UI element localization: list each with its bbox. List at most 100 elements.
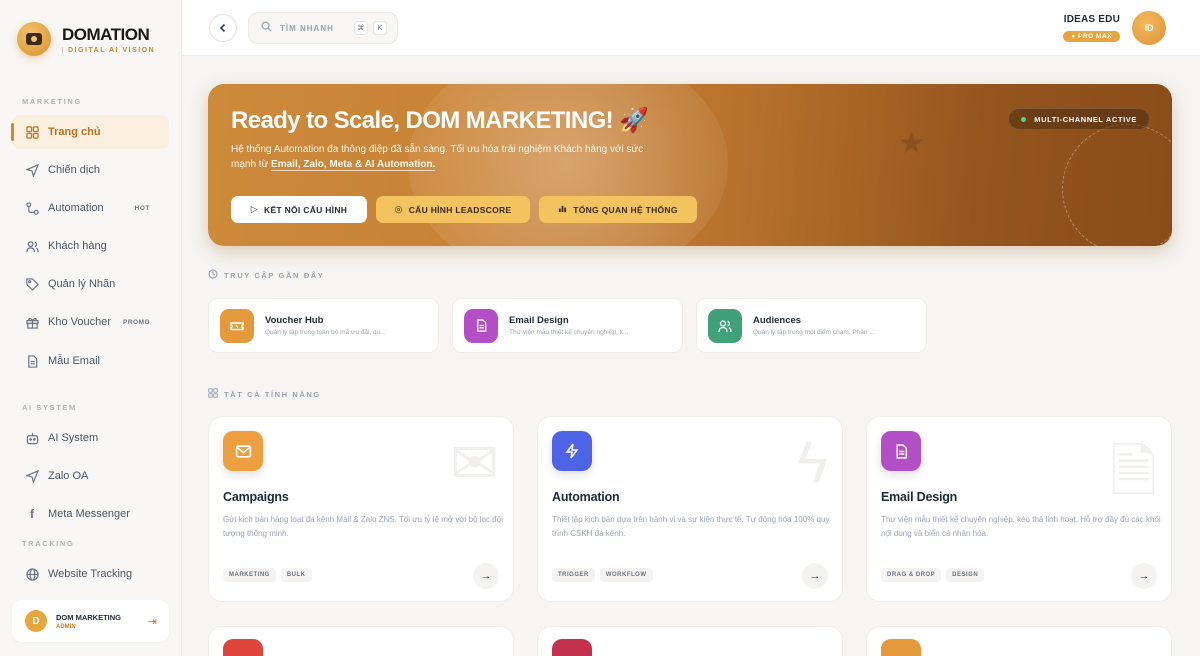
feature-desc: Thiết lập kịch bản dựa trên hành vi và s… (552, 515, 830, 538)
target-icon: ◎ (394, 204, 403, 214)
sidebar: DOMATION DIGITAL AI VISION MARKETING Tra… (0, 0, 182, 656)
recent-card-title: Voucher Hub (265, 315, 324, 326)
recent-section-title: TRUY CẬP GẦN ĐÂY (208, 269, 324, 282)
file-icon (25, 354, 39, 368)
user-name: DOM MARKETING (56, 612, 121, 622)
decorative-circle (1062, 124, 1172, 246)
sidebar-item-automation[interactable]: Automation HOT (12, 191, 169, 225)
arrow-right-icon[interactable]: → (473, 563, 499, 589)
sidebar-item-email-templates[interactable]: Mẫu Email (12, 344, 169, 378)
feature-icon (552, 639, 592, 656)
feature-tag: DESIGN (946, 568, 985, 582)
logout-icon[interactable]: ⇥ (148, 615, 157, 628)
hero-description: Hệ thống Automation đa thông điệp đã sẵn… (231, 144, 644, 171)
system-overview-button[interactable]: TỔNG QUAN HỆ THỐNG (539, 196, 697, 223)
sidebar-item-campaigns[interactable]: Chiến dịch (12, 153, 169, 187)
recent-card-voucher-hub[interactable]: Voucher Hub Quản lý tập trung toàn bộ mã… (208, 298, 439, 353)
brand-name: DOMATION (62, 24, 150, 44)
sidebar-item-website-tracking[interactable]: Website Tracking (12, 557, 169, 591)
recent-card-desc: Quản lý tập trung toàn bộ mã ưu đãi, qu.… (265, 329, 386, 336)
users-icon (708, 308, 742, 343)
app-root: DOMATION DIGITAL AI VISION MARKETING Tra… (0, 0, 1200, 656)
feature-desc: Thư viện mẫu thiết kế chuyên nghiệp, kéo… (881, 515, 1161, 538)
connect-config-button[interactable]: ▷ KẾT NỐI CẤU HÌNH (231, 196, 367, 223)
recent-card-audiences[interactable]: Audiences Quản lý tập trung mọi điểm chạ… (696, 298, 927, 353)
kbd-k: K (372, 21, 387, 35)
arrow-right-icon[interactable]: → (1131, 563, 1157, 589)
flow-icon (25, 201, 39, 215)
chevron-left-icon (219, 23, 226, 33)
feature-card-campaigns[interactable]: ✉ Campaigns Gửi kịch bản hàng loạt đa kê… (208, 416, 514, 602)
plan-badge: ● PRO MAX (1063, 31, 1120, 42)
search-icon (261, 21, 272, 35)
feature-tag: MARKETING (223, 568, 276, 582)
account-avatar[interactable]: ID (1132, 11, 1166, 45)
feature-tag: DRAG & DROP (881, 568, 942, 582)
feature-card-peek[interactable] (866, 626, 1172, 656)
org-name: IDEAS EDU (1063, 14, 1120, 25)
feature-title: Email Design (881, 490, 958, 504)
search-input[interactable]: TÌM NHANH ⌘ K (248, 12, 398, 44)
search-placeholder: TÌM NHANH (280, 23, 334, 33)
status-dot-icon (1021, 116, 1027, 122)
feature-tag: TRIGGER (552, 568, 595, 582)
kbd-cmd: ⌘ (353, 21, 368, 35)
user-avatar: D (25, 610, 47, 632)
recent-card-email-design[interactable]: Email Design Thư viện mẫu thiết kế chuyê… (452, 298, 683, 353)
feature-title: Campaigns (223, 490, 289, 504)
lightning-icon: ϟ (797, 430, 828, 495)
brand[interactable]: DOMATION DIGITAL AI VISION (17, 22, 155, 56)
sidebar-item-ai-system[interactable]: AI System (12, 421, 169, 455)
hot-badge: HOT (134, 204, 150, 212)
feature-card-peek[interactable] (208, 626, 514, 656)
document-icon (881, 431, 921, 471)
sidebar-item-customers[interactable]: Khách hàng (12, 229, 169, 263)
arrow-right-icon[interactable]: → (802, 563, 828, 589)
org-info[interactable]: IDEAS EDU ● PRO MAX (1063, 14, 1120, 43)
sidebar-item-label: Mẫu Email (48, 355, 100, 367)
recent-card-desc: Thư viện mẫu thiết kế chuyên nghiệp, k..… (509, 329, 629, 336)
back-button[interactable] (209, 14, 237, 42)
sidebar-item-label: Kho Voucher (48, 316, 111, 328)
sidebar-item-label: Quản lý Nhãn (48, 278, 116, 290)
sidebar-item-zalo-oa[interactable]: Zalo OA (12, 459, 169, 493)
feature-icon (881, 639, 921, 656)
feature-card-peek[interactable] (537, 626, 843, 656)
feature-card-email-design[interactable]: 🗎 Email Design Thư viện mẫu thiết kế chu… (866, 416, 1172, 602)
bar-chart-icon (558, 204, 567, 215)
feature-title: Automation (552, 490, 620, 504)
gift-icon (25, 315, 39, 329)
sidebar-item-label: Khách hàng (48, 240, 107, 252)
feature-card-automation[interactable]: ϟ Automation Thiết lập kịch bản dựa trên… (537, 416, 843, 602)
sidebar-item-voucher[interactable]: Kho Voucher PROMO (12, 305, 169, 339)
recent-card-title: Email Design (509, 315, 569, 326)
sidebar-item-label: AI System (48, 432, 99, 444)
sidebar-item-label: Chiến dịch (48, 164, 100, 176)
hero-title: Ready to Scale, DOM MARKETING! 🚀 (231, 107, 649, 134)
facebook-icon: f (30, 507, 34, 521)
feature-tag: WORKFLOW (599, 568, 653, 582)
sidebar-item-label: Website Tracking (48, 568, 133, 580)
section-label-marketing: MARKETING (22, 97, 82, 106)
sidebar-item-tags[interactable]: Quản lý Nhãn (12, 267, 169, 301)
mail-icon: ✉ (450, 431, 499, 496)
user-card: D DOM MARKETING ADMIN ⇥ (12, 600, 169, 642)
grid-icon (25, 125, 39, 139)
sidebar-item-label: Trang chủ (48, 126, 101, 138)
sidebar-item-label: Zalo OA (48, 470, 89, 482)
status-pill: MULTI-CHANNEL ACTIVE (1008, 108, 1150, 130)
globe-icon (25, 567, 39, 581)
tag-icon (25, 277, 39, 291)
sidebar-item-meta-messenger[interactable]: f Meta Messenger (12, 497, 169, 531)
section-label-tracking: TRACKING (22, 539, 75, 548)
promo-badge: PROMO (123, 318, 151, 326)
feature-desc: Gửi kịch bản hàng loạt đa kênh Mail & Za… (223, 515, 503, 538)
grid-icon (208, 388, 218, 401)
feature-icon (223, 639, 263, 656)
recent-card-title: Audiences (753, 315, 802, 326)
leadscore-config-button[interactable]: ◎ CẤU HÌNH LEADSCORE (376, 196, 530, 223)
recent-card-desc: Quản lý tập trung mọi điểm chạm. Phân ..… (753, 329, 875, 336)
send-icon (25, 469, 39, 483)
sidebar-item-home[interactable]: Trang chủ (11, 115, 169, 149)
brand-logo-icon (17, 22, 51, 56)
